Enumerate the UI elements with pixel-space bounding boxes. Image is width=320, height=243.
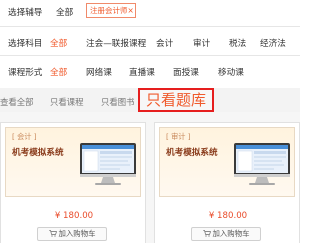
subject-row: 选择科目 全部 注会—联报课程 会计 审计 税法 经济法 — [0, 31, 300, 53]
course-form-option-online[interactable]: 网络课 — [86, 66, 112, 78]
course-form-option-all[interactable]: 全部 — [50, 66, 67, 78]
tab-view-all[interactable]: 查看全部 — [0, 96, 34, 108]
product-banner: [ 会计 ] 机考模拟系统 — [5, 127, 141, 197]
view-filter-bar: 查看全部 只看课程 只看图书 只看题库 — [0, 88, 300, 112]
page: 选择辅导 全部 注册会计师× 选择科目 全部 注会—联报课程 会计 审计 税法 … — [0, 0, 300, 243]
product-banner: [ 审计 ] 机考模拟系统 — [159, 127, 295, 197]
subject-option-accounting[interactable]: 会计 — [156, 37, 173, 49]
cart-icon — [202, 230, 211, 237]
add-to-cart-button[interactable]: 加入购物车 — [37, 227, 107, 241]
tab-books-only[interactable]: 只看图书 — [101, 96, 135, 108]
course-form-option-in-person[interactable]: 面授课 — [173, 66, 199, 78]
add-to-cart-button[interactable]: 加入购物车 — [191, 227, 261, 241]
product-price: ¥ 180.00 — [208, 211, 248, 221]
selection-label: 选择辅导 — [8, 8, 43, 18]
subject-option-joint[interactable]: 注会—联报课程 — [86, 37, 146, 49]
tab-courses-only[interactable]: 只看课程 — [50, 96, 84, 108]
divider — [0, 55, 300, 56]
monitor-icon — [234, 143, 290, 185]
add-to-cart-label: 加入购物车 — [212, 229, 250, 238]
subject-option-tax[interactable]: 税法 — [229, 37, 246, 49]
product-subject-tag: [ 审计 ] — [166, 132, 191, 141]
selected-tag-cpa[interactable]: 注册会计师× — [86, 3, 136, 18]
product-title: 机考模拟系统 — [166, 148, 218, 158]
cart-icon — [48, 230, 57, 237]
product-card[interactable]: [ 会计 ] 机考模拟系统 ¥ 180.00 加入购物车 — [0, 122, 146, 243]
selection-all-option[interactable]: 全部 — [56, 6, 73, 18]
subject-option-all[interactable]: 全部 — [50, 37, 67, 49]
subject-option-economic-law[interactable]: 经济法 — [260, 37, 286, 49]
course-form-option-live[interactable]: 直播课 — [129, 66, 155, 78]
selection-row: 选择辅导 全部 注册会计师× — [0, 0, 300, 22]
add-to-cart-label: 加入购物车 — [58, 229, 96, 238]
product-subject-tag: [ 会计 ] — [12, 132, 37, 141]
subject-option-audit[interactable]: 审计 — [193, 37, 210, 49]
product-price: ¥ 180.00 — [54, 211, 94, 221]
tab-question-bank-only[interactable]: 只看题库 — [138, 88, 214, 112]
product-grid: [ 会计 ] 机考模拟系统 ¥ 180.00 加入购物车 [审计] 机考模拟… — [0, 112, 300, 243]
course-form-option-mobile[interactable]: 移动课 — [218, 66, 244, 78]
monitor-icon — [80, 143, 136, 185]
course-form-row: 课程形式 全部 网络课 直播课 面授课 移动课 — [0, 60, 300, 82]
divider — [0, 26, 300, 27]
product-title: 机考模拟系统 — [12, 148, 64, 158]
subject-label: 选择科目 — [8, 39, 43, 49]
product-card[interactable]: [ 审计 ] 机考模拟系统 ¥ 180.00 加入购物车 — [154, 122, 300, 243]
course-form-label: 课程形式 — [8, 68, 43, 78]
